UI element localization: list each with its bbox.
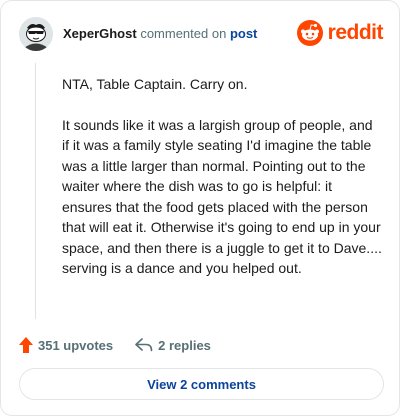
replies-button[interactable]: 2 replies: [135, 338, 211, 353]
reddit-brand[interactable]: reddit: [296, 19, 384, 47]
comment-actions: 351 upvotes 2 replies: [19, 335, 211, 355]
reddit-logo-icon: [296, 20, 323, 46]
comment-paragraph: It sounds like it was a largish group of…: [62, 116, 382, 277]
reply-count: 2 replies: [158, 337, 211, 353]
comment-card: XeperGhost commented on post reddit NTA,…: [0, 0, 400, 416]
commenter-line: XeperGhost commented on post: [63, 26, 257, 41]
reply-arrow-icon: [135, 338, 153, 352]
comment-header: XeperGhost commented on post reddit: [19, 17, 384, 53]
upvote-count: 351 upvotes: [38, 337, 114, 353]
upvote-arrow-icon: [19, 337, 33, 353]
comment-paragraph: NTA, Table Captain. Carry on.: [62, 76, 248, 92]
action-text: commented on: [140, 26, 227, 41]
view-comments-button[interactable]: View 2 comments: [19, 368, 384, 400]
comment-body: NTA, Table Captain. Carry on. It sounds …: [62, 74, 382, 299]
user-avatar[interactable]: [19, 17, 53, 51]
brand-wordmark: reddit: [327, 21, 384, 44]
post-link[interactable]: post: [230, 26, 257, 41]
thread-line: [35, 63, 36, 319]
username[interactable]: XeperGhost: [63, 26, 137, 41]
snoo-avatar-icon: [19, 17, 53, 51]
upvote-button[interactable]: 351 upvotes: [19, 337, 113, 353]
